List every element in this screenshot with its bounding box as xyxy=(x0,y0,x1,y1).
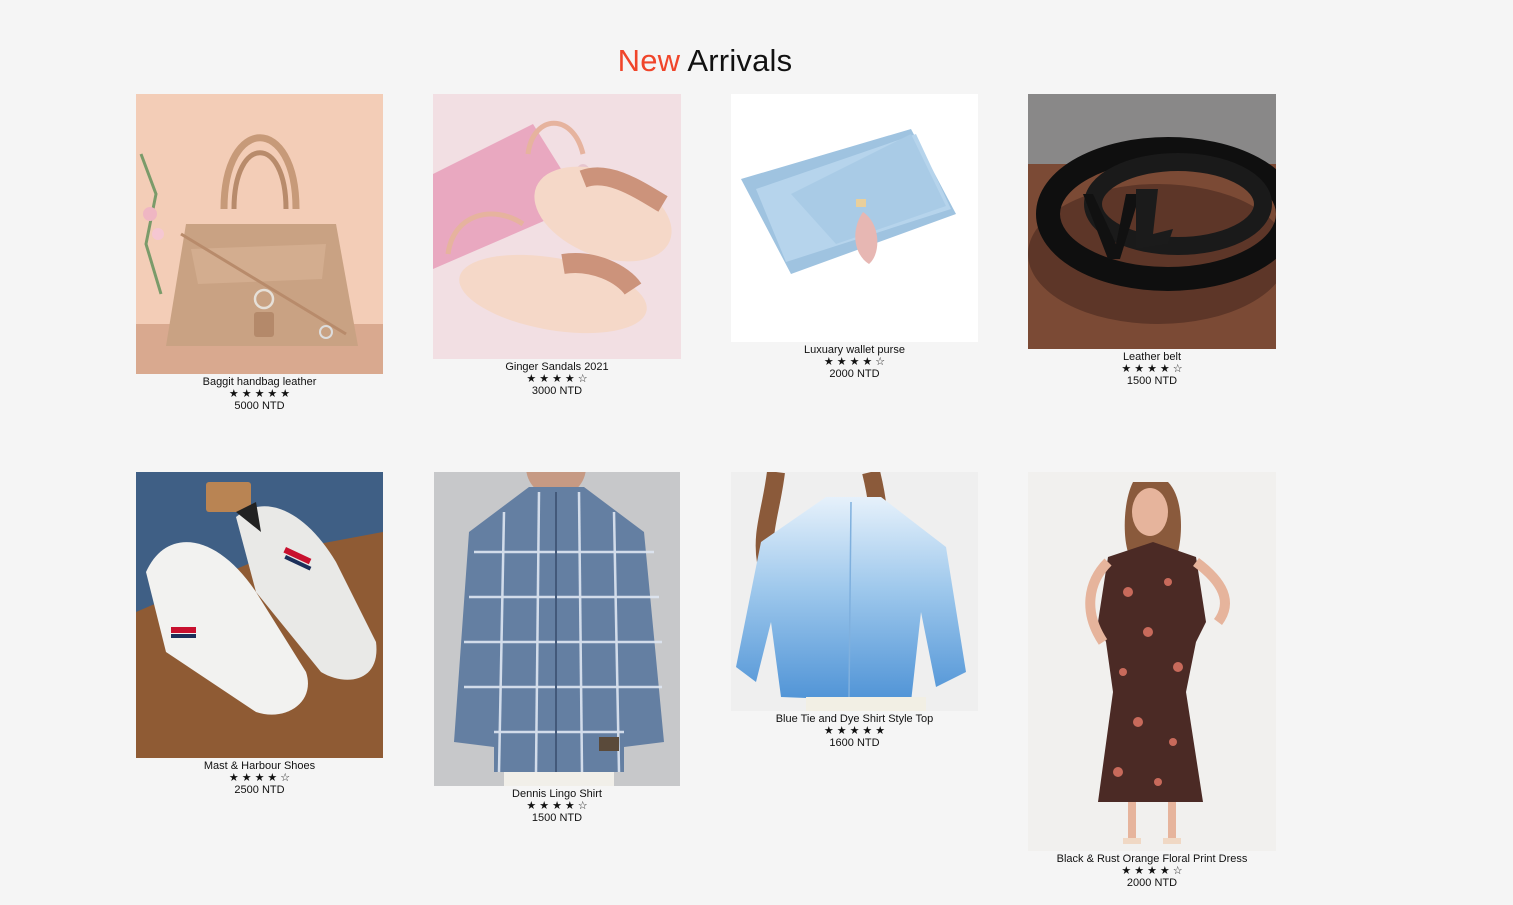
product-price: 2000 NTD xyxy=(1126,877,1178,889)
section-title-rest: Arrivals xyxy=(687,42,793,78)
product-card[interactable]: Black & Rust Orange Floral Print Dress ★… xyxy=(1028,472,1276,890)
rating-stars: ★★★★☆ xyxy=(823,356,889,368)
product-image-belt[interactable] xyxy=(1028,94,1276,349)
product-card[interactable]: Mast & Harbour Shoes ★★★★☆ 2500 NTD xyxy=(136,472,383,797)
product-card[interactable]: Blue Tie and Dye Shirt Style Top ★★★★★ 1… xyxy=(731,472,978,750)
rating-stars: ★★★★☆ xyxy=(228,772,294,784)
section-title: New Arrivals xyxy=(0,41,1410,81)
rating-stars: ★★★★☆ xyxy=(526,373,591,385)
product-image-sandals[interactable] xyxy=(433,94,681,359)
product-card[interactable]: Luxuary wallet purse ★★★★☆ 2000 NTD xyxy=(731,94,978,381)
product-card[interactable]: Ginger Sandals 2021 ★★★★☆ 3000 NTD xyxy=(433,94,681,398)
product-image-sneakers[interactable] xyxy=(136,472,383,758)
rating-stars: ★★★★★ xyxy=(823,725,889,737)
product-price: 5000 NTD xyxy=(234,400,285,412)
product-price: 2500 NTD xyxy=(234,784,285,796)
product-price: 1500 NTD xyxy=(531,812,583,824)
product-card[interactable]: Baggit handbag leather ★★★★★ 5000 NTD xyxy=(136,94,383,413)
product-image-shirt[interactable] xyxy=(434,472,680,786)
rating-stars: ★★★★☆ xyxy=(526,800,591,812)
product-card[interactable]: Leather belt ★★★★☆ 1500 NTD xyxy=(1028,94,1276,388)
rating-stars: ★★★★☆ xyxy=(1121,363,1186,375)
rating-stars: ★★★★★ xyxy=(228,388,294,400)
product-price: 1600 NTD xyxy=(829,737,880,749)
product-card[interactable]: Dennis Lingo Shirt ★★★★☆ 1500 NTD xyxy=(434,472,680,825)
product-image-wallet[interactable] xyxy=(731,94,978,342)
product-image-dress[interactable] xyxy=(1028,472,1276,851)
product-image-handbag[interactable] xyxy=(136,94,383,374)
product-price: 2000 NTD xyxy=(829,368,880,380)
product-price: 3000 NTD xyxy=(531,385,583,397)
section-title-accent: New xyxy=(617,42,681,78)
rating-stars: ★★★★☆ xyxy=(1121,865,1186,877)
product-price: 1500 NTD xyxy=(1126,375,1178,387)
product-image-top[interactable] xyxy=(731,472,978,711)
